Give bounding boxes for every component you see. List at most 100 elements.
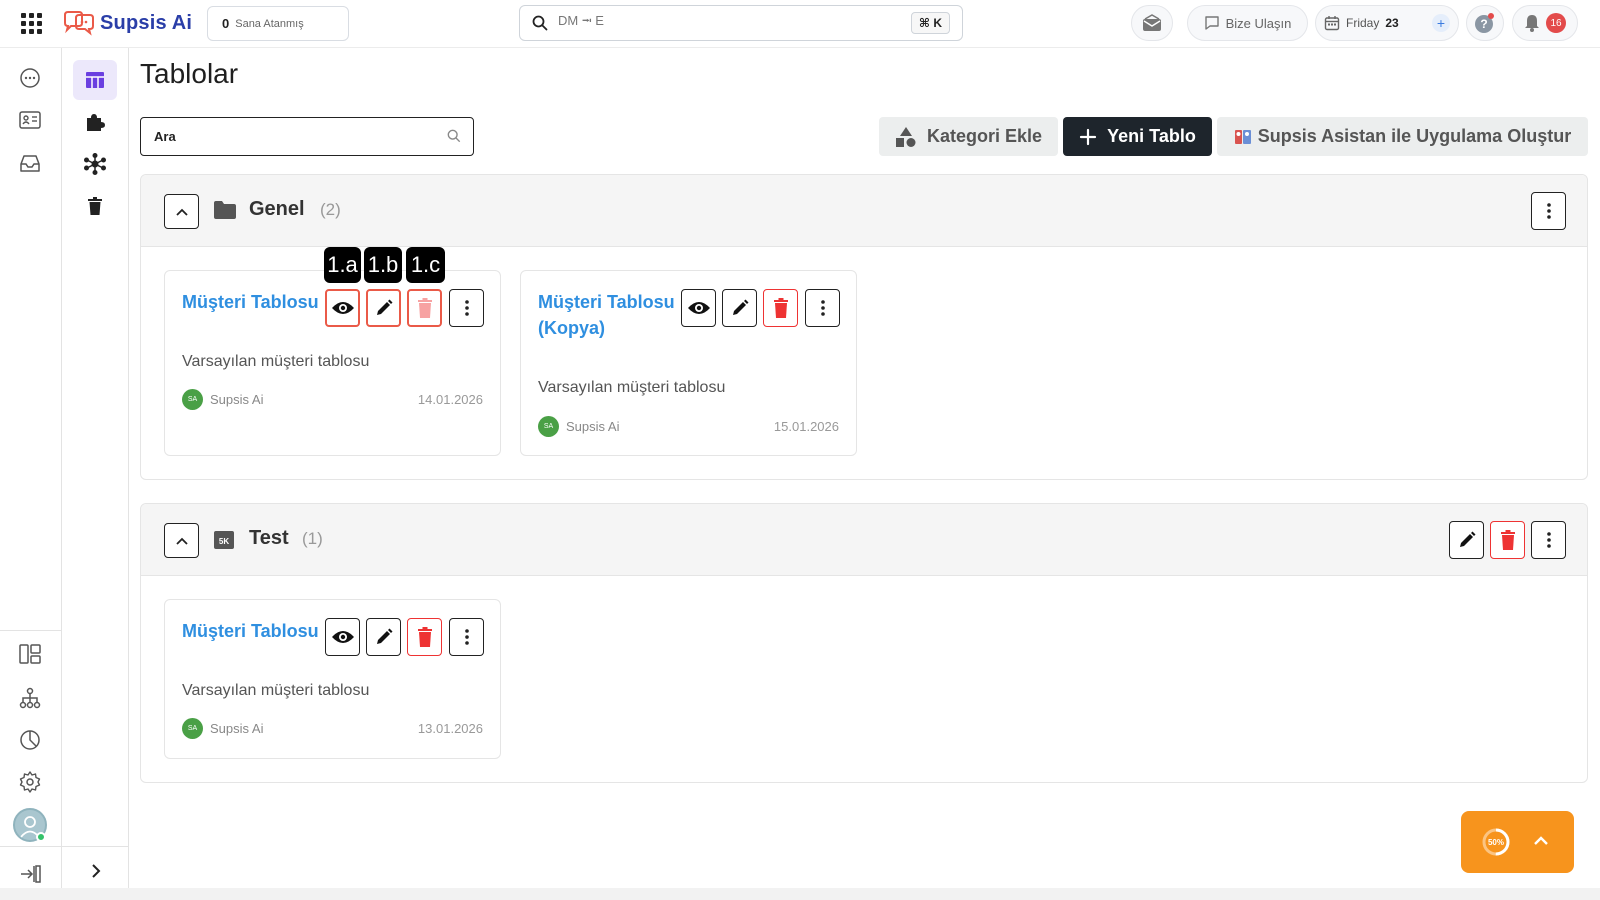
trash-icon <box>1500 530 1515 550</box>
chevron-up-icon <box>175 537 188 545</box>
table-more-button[interactable] <box>449 289 484 327</box>
delete-table-button[interactable] <box>763 289 798 327</box>
delete-table-button[interactable] <box>407 618 442 656</box>
category-header: 5K Test (1) <box>141 504 1587 576</box>
dashboard-layout-icon[interactable] <box>18 642 42 666</box>
mail-icon <box>1143 14 1161 31</box>
view-table-button[interactable] <box>681 289 716 327</box>
onboarding-progress-widget[interactable]: 50% <box>1461 811 1574 873</box>
inbox-icon[interactable] <box>18 152 42 176</box>
global-search[interactable]: DM ⭲ E ⌘ K <box>519 5 963 41</box>
plus-icon <box>1080 128 1097 145</box>
assistant-create-app-button[interactable]: Supsis Asistan ile Uygulama Oluştur <box>1217 117 1588 156</box>
author-name: Supsis Ai <box>210 721 264 736</box>
settings-gear-icon[interactable] <box>18 770 42 794</box>
svg-text:?: ? <box>1480 17 1487 31</box>
category-title: Test <box>249 527 289 549</box>
table-more-button[interactable] <box>449 618 484 656</box>
table-card-title[interactable]: Müşteri Tablosu (Kopya) <box>538 289 678 341</box>
contact-us-button[interactable]: Bize Ulaşın <box>1187 5 1308 41</box>
delete-table-button[interactable] <box>407 289 442 327</box>
tables-sidebar <box>62 48 129 900</box>
search-icon <box>532 15 548 31</box>
more-vertical-icon <box>464 300 469 316</box>
table-card-title[interactable]: Müşteri Tablosu <box>182 289 322 315</box>
add-event-icon[interactable]: + <box>1432 14 1450 32</box>
category-more-button[interactable] <box>1531 192 1566 230</box>
table-card-description: Varsayılan müşteri tablosu <box>182 353 370 370</box>
sidebar-item-plugins[interactable] <box>73 102 117 142</box>
icon-rail <box>0 48 62 900</box>
table-card-date: 15.01.2026 <box>773 419 839 434</box>
collapse-category-button[interactable] <box>164 194 199 229</box>
search-shortcut: ⌘ K <box>910 12 950 34</box>
delete-category-button[interactable] <box>1490 521 1525 559</box>
assigned-label: Sana Atanmış <box>235 17 304 30</box>
assistant-people-icon <box>1234 129 1251 144</box>
trash-icon <box>773 298 788 318</box>
notifications-button[interactable]: 16 <box>1512 5 1578 41</box>
new-table-button[interactable]: Yeni Tablo <box>1063 117 1212 156</box>
table-search-input[interactable] <box>154 129 434 144</box>
app-grid-icon[interactable] <box>20 12 44 36</box>
view-table-button[interactable] <box>325 618 360 656</box>
network-hub-icon <box>84 153 106 175</box>
table-card[interactable]: Müşteri Tablosu (Kopya) Varsayılan müşte… <box>520 270 857 456</box>
top-bar: Supsis Ai 0 Sana Atanmış DM ⭲ E ⌘ K Bize… <box>0 0 1600 48</box>
sidebar-item-trash[interactable] <box>73 186 117 226</box>
assistant-create-app-label: Supsis Asistan ile Uygulama Oluştur <box>1257 126 1572 146</box>
author-name: Supsis Ai <box>210 392 264 407</box>
shapes-icon <box>895 126 916 147</box>
puzzle-icon <box>87 114 105 131</box>
assigned-counter[interactable]: 0 Sana Atanmış <box>207 6 349 41</box>
help-button[interactable]: ? <box>1466 5 1504 41</box>
author-name: Supsis Ai <box>566 419 620 434</box>
search-icon <box>447 129 461 143</box>
edit-category-button[interactable] <box>1449 521 1484 559</box>
edit-table-button[interactable] <box>722 289 757 327</box>
table-card-description: Varsayılan müşteri tablosu <box>182 682 370 699</box>
chat-icon[interactable] <box>18 66 42 90</box>
reports-pie-icon[interactable] <box>18 728 42 752</box>
category-count: (2) <box>320 200 341 219</box>
category-title: Genel <box>249 198 305 220</box>
eye-icon <box>331 631 354 643</box>
app-logo[interactable]: Supsis Ai <box>62 9 192 37</box>
date-widget[interactable]: Friday 23 + <box>1315 5 1459 41</box>
sidebar-expand-button[interactable] <box>62 846 129 894</box>
table-more-button[interactable] <box>805 289 840 327</box>
edit-table-button[interactable] <box>366 618 401 656</box>
pencil-icon <box>732 299 748 315</box>
category-badge-icon: 5K <box>214 531 234 549</box>
author-avatar: SA <box>182 389 203 410</box>
logo-mark-icon <box>64 11 94 36</box>
view-table-button[interactable] <box>325 289 360 327</box>
table-card-date: 13.01.2026 <box>417 721 483 736</box>
table-card[interactable]: Müşteri Tablosu Varsayılan müşteri tablo… <box>164 599 501 759</box>
trash-icon <box>417 627 432 647</box>
org-chart-icon[interactable] <box>18 686 42 710</box>
sidebar-item-tables[interactable] <box>73 60 117 100</box>
category-more-button[interactable] <box>1531 521 1566 559</box>
table-card-author: SA Supsis Ai <box>182 718 263 739</box>
add-category-button[interactable]: Kategori Ekle <box>879 117 1058 156</box>
contact-us-label: Bize Ulaşın <box>1225 15 1292 31</box>
pencil-icon <box>376 628 392 644</box>
category-badge-text: 5K <box>219 537 229 546</box>
progress-percent: 50% <box>1487 837 1504 847</box>
online-status-dot <box>36 832 46 842</box>
chevron-up-icon <box>175 208 188 216</box>
collapse-category-button[interactable] <box>164 523 199 558</box>
trash-icon <box>417 298 432 318</box>
mail-button[interactable] <box>1131 5 1173 41</box>
sidebar-item-integrations[interactable] <box>73 144 117 184</box>
rail-divider-bottom <box>0 846 62 847</box>
logout-icon[interactable] <box>18 862 42 886</box>
folder-icon <box>214 201 236 219</box>
table-search-field[interactable] <box>140 117 474 156</box>
contacts-card-icon[interactable] <box>18 108 42 132</box>
edit-table-button[interactable] <box>366 289 401 327</box>
table-card-title[interactable]: Müşteri Tablosu <box>182 618 322 644</box>
category-header: Genel (2) <box>141 175 1587 247</box>
table-card[interactable]: Müşteri Tablosu Varsayılan müşteri tablo… <box>164 270 501 456</box>
